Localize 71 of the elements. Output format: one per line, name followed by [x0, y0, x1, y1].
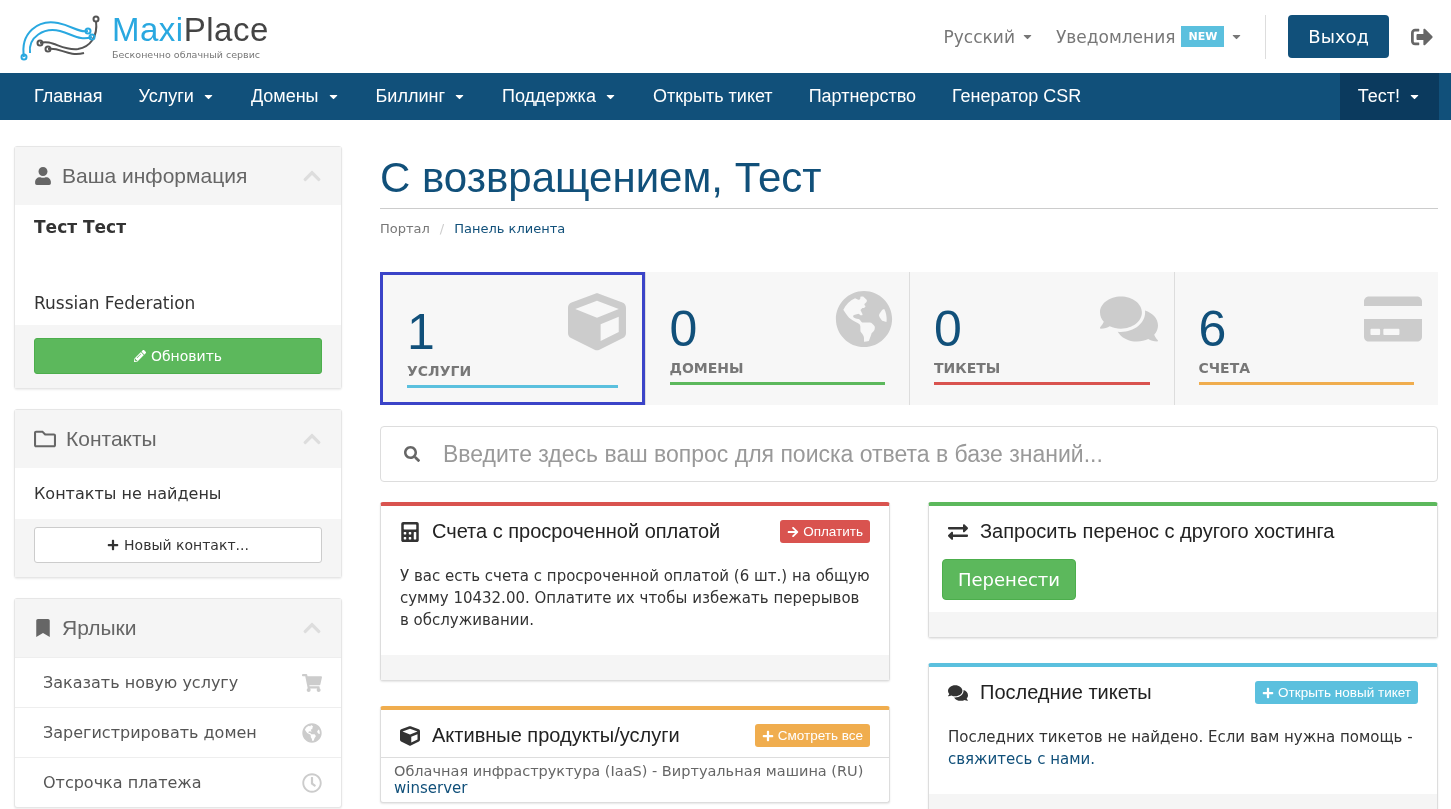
user-icon: [34, 167, 52, 185]
cube-icon: [400, 725, 420, 746]
panel-title: Ярлыки: [62, 616, 138, 640]
stat-count: 0: [934, 304, 962, 354]
card-title: Последние тикеты: [980, 681, 1153, 704]
panel-title: Ваша информация: [62, 164, 249, 188]
stat-tile[interactable]: 0 ТИКЕТЫ: [909, 272, 1174, 405]
shortcut-link[interactable]: Заказать новую услугу: [15, 657, 341, 707]
globe-icon: [302, 722, 322, 743]
nav-item[interactable]: Главная: [16, 73, 121, 120]
shortcut-link[interactable]: Зарегистрировать домен: [15, 707, 341, 757]
stat-tile[interactable]: 0 ДОМЕНЫ: [644, 272, 909, 405]
nav-item[interactable]: Поддержка: [484, 73, 635, 120]
client-country: Russian Federation: [34, 293, 197, 313]
calculator-icon: [400, 521, 420, 542]
contact-link[interactable]: свяжитесь с нами.: [948, 750, 1096, 768]
brand-tagline: Бесконечно облачный сервис: [112, 49, 262, 60]
clock-icon: [302, 772, 322, 793]
breadcrumb-link[interactable]: Портал: [380, 221, 430, 236]
nav-item[interactable]: Биллинг: [357, 73, 484, 120]
exchange-arrows-icon: [948, 521, 968, 542]
stat-label: ДОМЕНЫ: [669, 360, 745, 376]
stat-count: 6: [1198, 304, 1227, 354]
card-title: Запросить перенос с другого хостинга: [980, 520, 1336, 543]
plus-icon: [107, 539, 120, 551]
notifications-dropdown[interactable]: Уведомления NEW: [1055, 26, 1244, 47]
plus-icon: [1262, 686, 1275, 699]
nav-item[interactable]: Партнерство: [790, 73, 934, 120]
pencil-icon: [133, 350, 146, 362]
stat-label: УСЛУГИ: [407, 363, 473, 379]
client-name: Тест Тест: [34, 217, 128, 237]
product-link[interactable]: winserver: [394, 779, 876, 797]
logout-button[interactable]: Выход: [1288, 15, 1389, 58]
stat-label: ТИКЕТЫ: [934, 360, 1002, 376]
nav-item[interactable]: Генератор CSR: [934, 73, 1100, 120]
nav-item[interactable]: Открыть тикет: [634, 73, 791, 120]
stat-count: 1: [407, 307, 435, 357]
card-title: Активные продукты/услуги: [432, 724, 681, 747]
brand-name: MaxiPlace: [112, 13, 269, 46]
nav-item[interactable]: Услуги: [120, 73, 233, 120]
account-menu[interactable]: Тест!: [1339, 73, 1439, 120]
card-message: У вас есть счета с просроченной оплатой (6 шт.) на общую сумму 10432.00. Оплатите их чтобы избежать перерывов в обслуживании.: [399, 566, 871, 631]
card-message: Последних тикетов не найдено. Если вам нужна помощь - свяжитесь с нами.: [947, 727, 1414, 770]
folder-icon: [34, 428, 56, 450]
language-label: Русский: [943, 26, 1015, 47]
stat-tile[interactable]: 1 УСЛУГИ: [380, 272, 645, 405]
language-dropdown[interactable]: Русский: [943, 26, 1034, 47]
cube-icon: [567, 293, 626, 351]
plus-icon: [761, 729, 774, 742]
panel-title: Контакты: [66, 427, 158, 451]
stat-label: СЧЕТА: [1198, 360, 1252, 376]
card-title: Счета с просроченной оплатой: [432, 520, 722, 543]
new-contact-button[interactable]: Новый контакт...: [34, 527, 322, 563]
new-badge: NEW: [1181, 26, 1225, 47]
stat-count: 0: [669, 304, 698, 354]
bookmark-icon: [34, 619, 52, 637]
globe-icon: [835, 290, 893, 348]
card-action-button[interactable]: Оплатить: [780, 520, 870, 543]
arrow-right-icon: [787, 525, 800, 538]
search-field[interactable]: Введите здесь ваш вопрос для поиска ответа в базе знаний...: [380, 426, 1438, 482]
breadcrumb-link[interactable]: Панель клиента: [454, 221, 566, 236]
stat-tile[interactable]: 6 СЧЕТА: [1173, 272, 1438, 405]
notifications-label: Уведомления: [1055, 26, 1176, 47]
nav-item[interactable]: Домены: [232, 73, 358, 120]
product-name: Облачная инфраструктура (IaaS) - Виртуальная машина (RU): [394, 763, 865, 779]
breadcrumb-separator: /: [439, 221, 445, 236]
shortcut-link[interactable]: Отсрочка платежа: [15, 757, 341, 807]
chat-bubbles-icon: [948, 682, 968, 703]
empty-contacts-text: Контакты не найдены: [34, 484, 222, 503]
page-title: С возвращением, Тест: [380, 154, 1438, 209]
cart-icon: [302, 672, 322, 693]
